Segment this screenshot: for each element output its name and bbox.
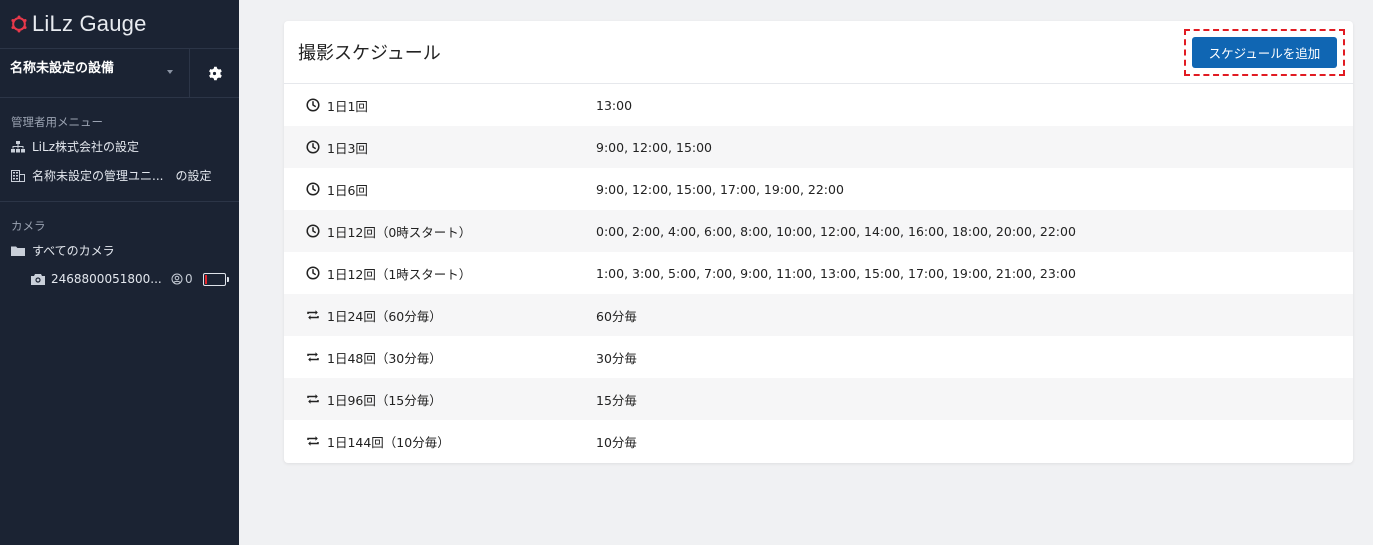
app-title: LiLz Gauge	[32, 11, 147, 36]
schedule-name: 1日144回（10分毎）	[327, 434, 450, 450]
schedule-name: 1日96回（15分毎）	[327, 392, 442, 408]
camera-section-title: カメラ	[11, 219, 46, 233]
schedule-name-cell: 1日24回（60分毎）	[284, 306, 596, 325]
clock-icon	[306, 182, 320, 196]
clock-icon	[306, 224, 320, 238]
facility-bar: 名称未設定の設備	[0, 48, 239, 98]
folder-icon	[11, 246, 25, 256]
schedule-times: 0:00, 2:00, 4:00, 6:00, 8:00, 10:00, 12:…	[596, 223, 1076, 239]
schedule-name-cell: 1日48回（30分毎）	[284, 348, 596, 367]
sidebar: LiLz Gauge 名称未設定の設備 管理者用メニュー LiLz株式会社の設定…	[0, 0, 239, 545]
schedule-name: 1日3回	[327, 140, 368, 156]
schedule-times: 1:00, 3:00, 5:00, 7:00, 9:00, 11:00, 13:…	[596, 265, 1076, 281]
schedule-row[interactable]: 1日24回（60分毎） 60分毎	[284, 294, 1353, 336]
schedule-row[interactable]: 1日96回（15分毎） 15分毎	[284, 378, 1353, 420]
schedule-times: 60分毎	[596, 308, 637, 324]
sidebar-item-unit-settings[interactable]: 名称未設定の管理ユニ... の設定	[0, 161, 239, 190]
admin-menu-title: 管理者用メニュー	[11, 115, 103, 129]
schedule-times: 10分毎	[596, 434, 637, 450]
schedule-name: 1日1回	[327, 98, 368, 114]
schedule-name: 1日12回（1時スタート）	[327, 266, 472, 282]
schedule-row[interactable]: 1日48回（30分毎） 30分毎	[284, 336, 1353, 378]
facility-selector[interactable]: 名称未設定の設備	[0, 49, 190, 97]
schedule-name: 1日6回	[327, 182, 368, 198]
battery-icon	[202, 272, 229, 286]
schedule-name-cell: 1日96回（15分毎）	[284, 390, 596, 409]
schedule-card: 撮影スケジュール スケジュールを追加 1日1回 13:00 1日3回 9:00, 12…	[284, 21, 1353, 463]
schedule-name: 1日24回（60分毎）	[327, 308, 442, 324]
schedule-name-cell: 1日6回	[284, 180, 596, 199]
user-circle-icon	[171, 273, 183, 285]
schedule-list: 1日1回 13:00 1日3回 9:00, 12:00, 15:00 1日6回 9:00,…	[284, 84, 1353, 462]
schedule-name: 1日12回（0時スタート）	[327, 224, 472, 240]
sidebar-item-label: すべてのカメラ	[32, 244, 115, 258]
sidebar-item-all-cameras[interactable]: すべてのカメラ	[0, 236, 239, 265]
clock-icon	[306, 140, 320, 154]
gear-icon	[209, 66, 222, 80]
clock-icon	[306, 98, 320, 112]
schedule-name-cell: 1日12回（0時スタート）	[284, 222, 596, 241]
camera-id: 2468800051800...	[51, 272, 162, 286]
add-schedule-button[interactable]: スケジュールを追加	[1192, 36, 1337, 68]
schedule-times: 15分毎	[596, 392, 637, 408]
building-icon	[11, 169, 25, 182]
schedule-row[interactable]: 1日144回（10分毎） 10分毎	[284, 420, 1353, 462]
org-chart-icon	[11, 140, 25, 152]
facility-name: 名称未設定の設備	[10, 61, 115, 76]
repeat-icon	[307, 394, 319, 404]
page-title: 撮影スケジュール	[298, 43, 441, 64]
schedule-row[interactable]: 1日12回（1時スタート） 1:00, 3:00, 5:00, 7:00, 9:0…	[284, 252, 1353, 294]
battery-level	[204, 274, 207, 284]
schedule-times: 13:00	[596, 97, 633, 113]
sidebar-item-label: 名称未設定の管理ユニ... の設定	[32, 169, 212, 183]
schedule-name: 1日48回（30分毎）	[327, 350, 442, 366]
schedule-name-cell: 1日3回	[284, 138, 596, 157]
chevron-down-icon	[167, 70, 173, 74]
schedule-row[interactable]: 1日6回 9:00, 12:00, 15:00, 17:00, 19:00, 22…	[284, 168, 1353, 210]
sidebar-item-company-settings[interactable]: LiLz株式会社の設定	[0, 132, 239, 161]
lilz-logo-icon	[11, 15, 27, 33]
camera-list-item[interactable]: 2468800051800... 0	[0, 265, 239, 293]
facility-settings-button[interactable]	[190, 49, 239, 97]
schedule-row[interactable]: 1日1回 13:00	[284, 84, 1353, 126]
repeat-icon	[307, 436, 319, 446]
app-logo[interactable]: LiLz Gauge	[0, 0, 239, 48]
schedule-name-cell: 1日144回（10分毎）	[284, 432, 596, 451]
camera-icon	[31, 274, 45, 285]
card-header: 撮影スケジュール スケジュールを追加	[284, 21, 1353, 84]
clock-icon	[306, 266, 320, 280]
sidebar-item-label: LiLz株式会社の設定	[32, 140, 140, 154]
schedule-name-cell: 1日1回	[284, 96, 596, 115]
schedule-row[interactable]: 1日3回 9:00, 12:00, 15:00	[284, 126, 1353, 168]
schedule-row[interactable]: 1日12回（0時スタート） 0:00, 2:00, 4:00, 6:00, 8:0…	[284, 210, 1353, 252]
schedule-times: 9:00, 12:00, 15:00, 17:00, 19:00, 22:00	[596, 181, 844, 197]
schedule-times: 30分毎	[596, 350, 637, 366]
schedule-name-cell: 1日12回（1時スタート）	[284, 264, 596, 283]
highlight-box: スケジュールを追加	[1184, 28, 1345, 76]
repeat-icon	[307, 352, 319, 362]
camera-count: 0	[185, 272, 193, 286]
repeat-icon	[307, 310, 319, 320]
schedule-times: 9:00, 12:00, 15:00	[596, 139, 713, 155]
camera-status: 0	[171, 272, 193, 286]
